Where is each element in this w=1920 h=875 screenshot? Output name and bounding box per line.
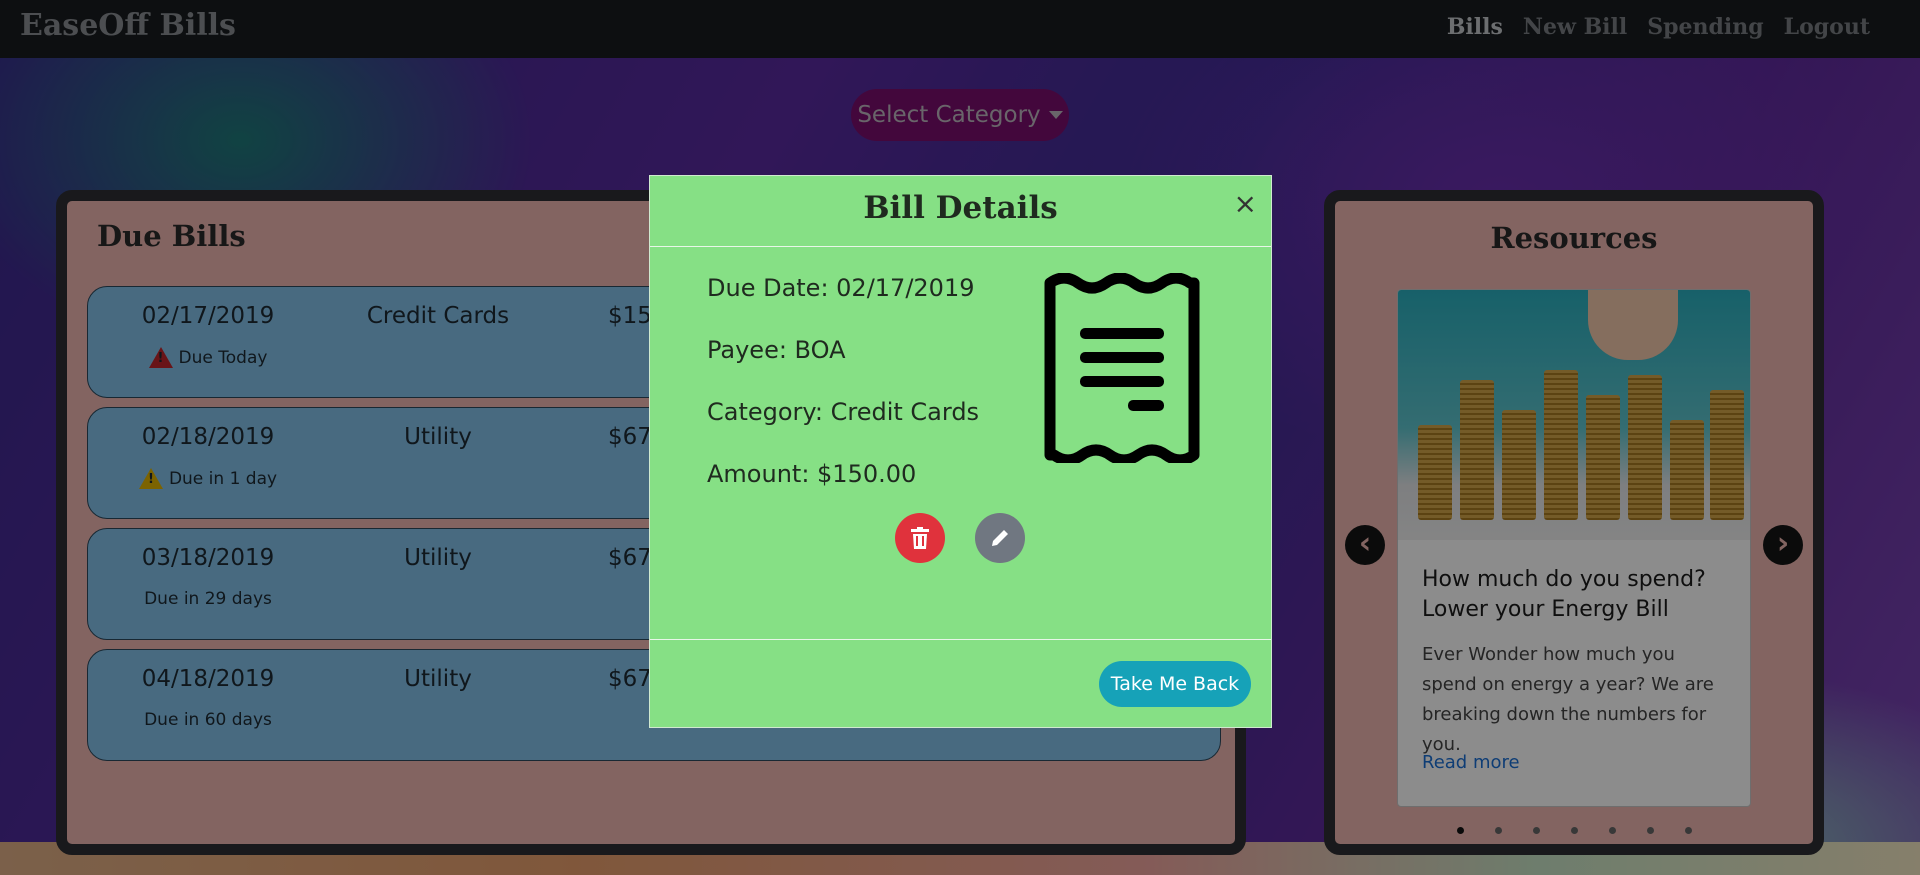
bill-details-modal: Bill Details × Due Date: 02/17/2019 Paye…	[649, 175, 1272, 728]
pencil-icon	[992, 530, 1008, 546]
detail-payee: Payee: BOA	[707, 336, 846, 364]
take-me-back-button[interactable]: Take Me Back	[1099, 661, 1251, 707]
modal-divider	[650, 246, 1271, 247]
detail-due-date: Due Date: 02/17/2019	[707, 274, 975, 302]
detail-amount: Amount: $150.00	[707, 460, 917, 488]
modal-title: Bill Details	[863, 190, 1058, 226]
edit-button[interactable]	[975, 513, 1025, 563]
detail-category: Category: Credit Cards	[707, 398, 980, 426]
close-icon[interactable]: ×	[1234, 190, 1257, 218]
receipt-icon	[1044, 273, 1200, 463]
trash-icon	[911, 527, 929, 549]
delete-button[interactable]	[895, 513, 945, 563]
modal-divider	[650, 639, 1271, 640]
